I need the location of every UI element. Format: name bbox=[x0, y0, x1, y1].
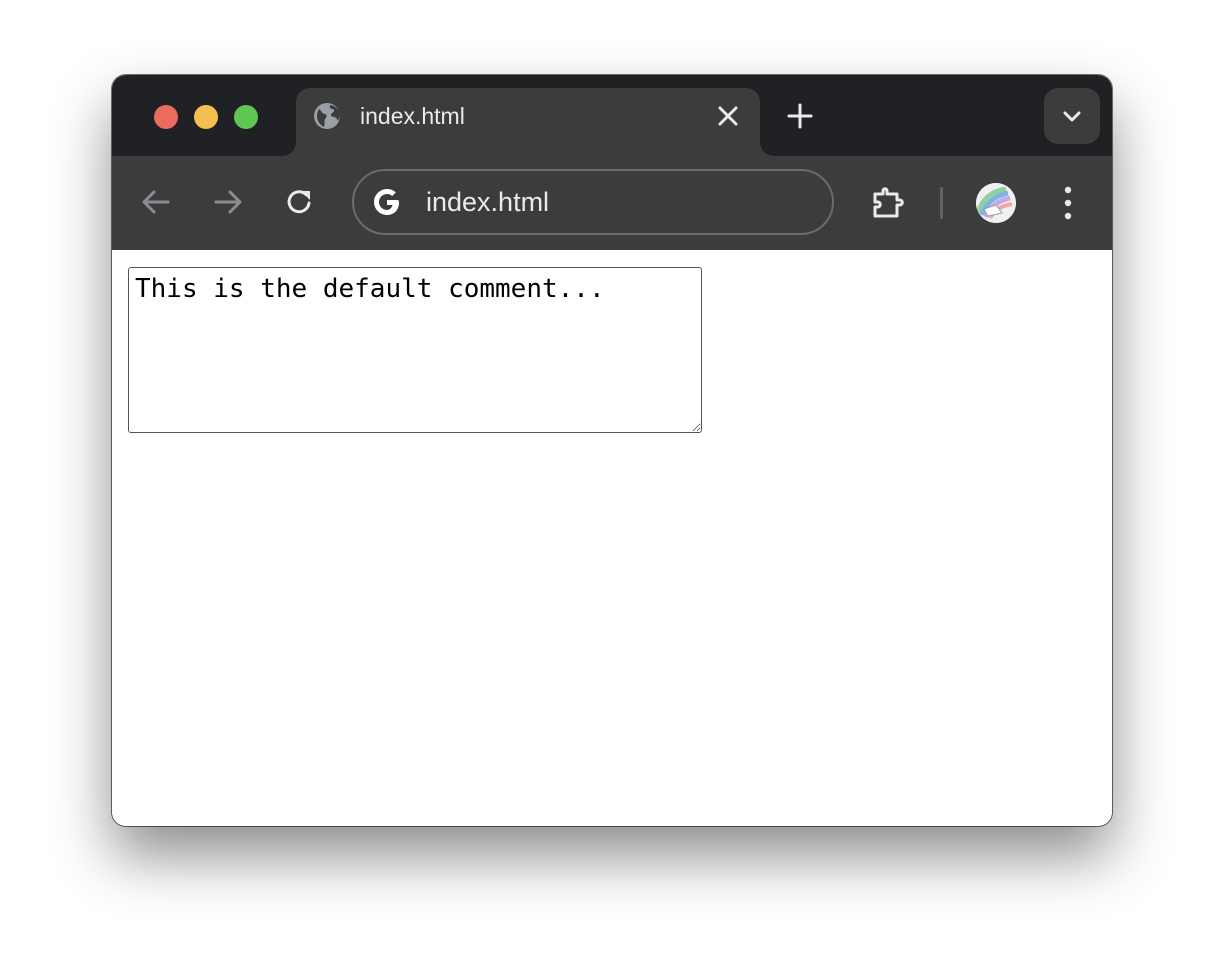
globe-icon bbox=[313, 102, 341, 130]
window-minimize-button[interactable] bbox=[194, 105, 218, 129]
google-g-icon bbox=[371, 186, 403, 218]
plus-icon[interactable] bbox=[786, 102, 814, 130]
window-maximize-button[interactable] bbox=[234, 105, 258, 129]
page-content: This is the default comment... bbox=[112, 250, 1112, 826]
tab-search-button[interactable] bbox=[1044, 88, 1100, 144]
tab-title: index.html bbox=[360, 103, 465, 129]
close-icon[interactable] bbox=[716, 104, 740, 128]
avatar[interactable] bbox=[976, 183, 1016, 223]
puzzle-icon[interactable] bbox=[870, 184, 908, 222]
arrow-right-icon[interactable] bbox=[212, 186, 244, 218]
comment-textarea[interactable]: This is the default comment... bbox=[128, 267, 702, 433]
reload-icon[interactable] bbox=[284, 186, 316, 218]
toolbar-separator bbox=[940, 187, 943, 219]
tab-index-html[interactable]: index.html bbox=[296, 88, 760, 156]
arrow-left-icon[interactable] bbox=[140, 186, 172, 218]
address-url: index.html bbox=[426, 187, 550, 217]
tab-strip: index.html bbox=[112, 75, 1112, 156]
address-bar[interactable]: index.html bbox=[352, 169, 834, 235]
browser-toolbar: index.html bbox=[112, 156, 1112, 250]
chevron-down-icon bbox=[1063, 111, 1081, 122]
browser-window: index.html index.html This is the defaul… bbox=[112, 75, 1112, 826]
more-vertical-icon[interactable] bbox=[1056, 184, 1080, 222]
window-close-button[interactable] bbox=[154, 105, 178, 129]
